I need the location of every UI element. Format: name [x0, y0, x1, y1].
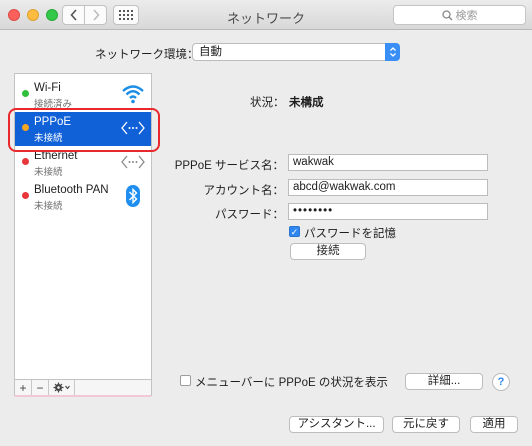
action-menu-button[interactable]: [49, 380, 75, 395]
service-status: 未接続: [34, 167, 63, 178]
search-icon: [441, 9, 452, 20]
pppoe-highlight-annotation: [8, 108, 160, 152]
remember-password-label: パスワードを記憶: [304, 228, 396, 240]
ethernet-icon: [121, 155, 145, 169]
help-button[interactable]: ?: [492, 373, 510, 391]
service-name: Wi-Fi: [34, 82, 61, 94]
location-value: 自動: [199, 46, 222, 58]
remove-service-button[interactable]: −: [32, 380, 49, 395]
service-name-label: PPPoE サービス名：: [174, 160, 284, 172]
show-status-menubar-checkbox[interactable]: [180, 375, 191, 386]
remember-password-checkbox[interactable]: ✓: [289, 226, 300, 237]
account-name-field[interactable]: abcd@wakwak.com: [288, 179, 488, 196]
assistant-button[interactable]: アシスタント...: [289, 416, 384, 433]
add-service-button[interactable]: +: [15, 380, 32, 395]
footer-accent-line: [15, 395, 151, 397]
password-field[interactable]: ••••••••: [288, 203, 488, 220]
search-input[interactable]: 検索: [393, 5, 526, 25]
advanced-button[interactable]: 詳細...: [405, 373, 483, 390]
status-dot-red: [22, 192, 29, 199]
service-name-field[interactable]: wakwak: [288, 154, 488, 171]
service-status: 未接続: [34, 201, 63, 212]
password-label: パスワード：: [215, 209, 284, 221]
title-bar: ネットワーク 検索: [0, 0, 532, 30]
search-placeholder: 検索: [455, 10, 478, 22]
status-dot-red: [22, 158, 29, 165]
status-dot-green: [22, 90, 29, 97]
service-item-bluetooth-pan[interactable]: Bluetooth PAN 未接続: [15, 180, 151, 214]
connect-button[interactable]: 接続: [290, 243, 366, 260]
select-stepper-icon: [385, 43, 400, 61]
location-label: ネットワーク環境：: [95, 49, 199, 61]
wifi-icon: [122, 85, 144, 104]
status-value: 未構成: [289, 97, 324, 109]
bluetooth-icon: [126, 185, 140, 207]
gear-icon: [53, 382, 70, 393]
status-label: 状況：: [250, 97, 285, 109]
service-list-footer: + −: [14, 379, 152, 396]
service-item-wifi[interactable]: Wi-Fi 接続済み: [15, 78, 151, 112]
apply-button[interactable]: 適用: [470, 416, 518, 433]
location-select[interactable]: 自動: [192, 43, 400, 61]
service-name: Bluetooth PAN: [34, 184, 109, 196]
revert-button[interactable]: 元に戻す: [392, 416, 460, 433]
show-status-menubar-label: メニューバーに PPPoE の状況を表示: [195, 377, 388, 389]
account-name-label: アカウント名：: [203, 185, 285, 197]
